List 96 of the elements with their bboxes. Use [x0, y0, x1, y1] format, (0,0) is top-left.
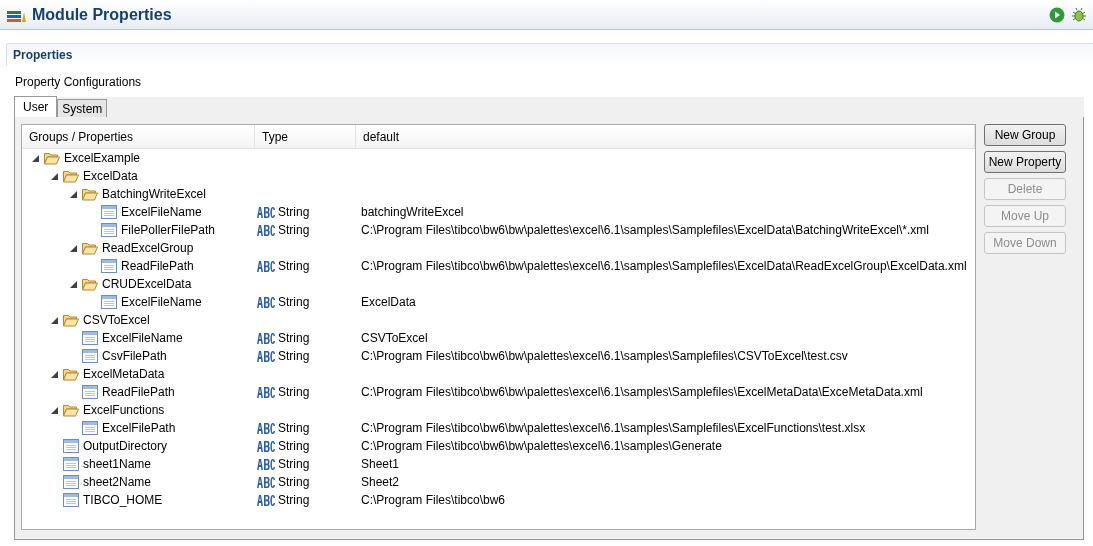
folder-icon — [63, 403, 79, 417]
table-icon — [63, 439, 79, 453]
default-value-cell: C:\Program Files\tibco\bw6\bw\palettes\excel\6.1\samples\Generate — [361, 439, 722, 453]
string-type-icon — [257, 494, 275, 506]
type-cell: String — [278, 439, 310, 453]
column-header[interactable]: Type — [255, 125, 356, 148]
group-name[interactable]: ExcelExample — [64, 151, 141, 165]
type-cell: String — [278, 223, 310, 237]
default-value-cell: C:\Program Files\tibco\bw6 — [361, 493, 506, 507]
property-name[interactable]: ExcelFileName — [102, 331, 183, 345]
section-subtitle: Property Configurations — [15, 75, 142, 89]
expanded-arrow-icon[interactable] — [70, 244, 77, 252]
default-value-cell: C:\Program Files\tibco\bw6\bw\palettes\excel\6.1\samples\Samplefiles\ExcelData\ReadExcelGroup\ExcelData.xml — [361, 259, 967, 273]
table-icon — [82, 349, 98, 363]
default-value-cell: C:\Program Files\tibco\bw6\bw\palettes\excel\6.1\samples\Samplefiles\ExcelData\BatchingWriteExcel\*.xml — [361, 223, 929, 237]
default-value-cell: Sheet1 — [361, 457, 400, 471]
default-value-cell: C:\Program Files\tibco\bw6\bw\palettes\excel\6.1\samples\Samplefiles\ExcelFunctions\test.xlsx — [361, 421, 866, 435]
folder-icon — [82, 187, 98, 201]
expanded-arrow-icon[interactable] — [51, 316, 58, 324]
folder-icon — [63, 367, 79, 381]
window-title: Module Properties — [32, 5, 173, 24]
expanded-arrow-icon[interactable] — [70, 280, 77, 288]
string-type-icon — [257, 386, 275, 398]
default-value-cell: ExcelData — [361, 295, 416, 309]
string-type-icon — [257, 422, 275, 434]
table-icon — [101, 223, 117, 237]
property-name[interactable]: OutputDirectory — [83, 439, 168, 453]
default-value-cell: C:\Program Files\tibco\bw6\bw\palettes\excel\6.1\samples\Samplefiles\CSVToExcel\test.csv — [361, 349, 848, 363]
type-cell: String — [278, 421, 310, 435]
tab[interactable]: User — [14, 96, 58, 117]
type-cell: String — [278, 457, 310, 471]
type-cell: String — [278, 493, 310, 507]
bug-icon[interactable] — [1071, 6, 1087, 23]
default-value-cell: CSVToExcel — [361, 331, 428, 345]
table-icon — [63, 493, 79, 507]
expanded-arrow-icon[interactable] — [32, 154, 39, 162]
string-type-icon — [257, 350, 275, 362]
property-name[interactable]: sheet1Name — [83, 457, 152, 471]
action-button[interactable]: New Property — [984, 151, 1066, 173]
table-icon — [82, 385, 98, 399]
property-name[interactable]: ExcelFilePath — [102, 421, 176, 435]
column-header[interactable]: default — [356, 125, 975, 148]
tab[interactable]: System — [57, 99, 108, 117]
type-cell: String — [278, 295, 310, 309]
property-name[interactable]: ReadFilePath — [102, 385, 175, 399]
property-name[interactable]: sheet2Name — [83, 475, 152, 489]
folder-icon — [63, 169, 79, 183]
section-title: Properties — [13, 48, 73, 62]
folder-icon — [44, 151, 60, 165]
group-name[interactable]: ExcelFunctions — [83, 403, 165, 417]
table-icon — [101, 295, 117, 309]
string-type-icon — [257, 206, 275, 218]
property-name[interactable]: ExcelFileName — [121, 205, 202, 219]
group-name[interactable]: BatchingWriteExcel — [102, 187, 206, 201]
table-icon — [82, 331, 98, 345]
property-name[interactable]: ExcelFileName — [121, 295, 202, 309]
string-type-icon — [257, 476, 275, 488]
default-value-cell: C:\Program Files\tibco\bw6\bw\palettes\excel\6.1\samples\Samplefiles\ExcelMetaData\ExceMetaData.xml — [361, 385, 923, 399]
default-value-cell: batchingWriteExcel — [361, 205, 464, 219]
folder-icon — [63, 313, 79, 327]
table-icon — [82, 421, 98, 435]
property-name[interactable]: FilePollerFilePath — [121, 223, 216, 237]
group-name[interactable]: ExcelData — [83, 169, 138, 183]
folder-icon — [82, 241, 98, 255]
string-type-icon — [257, 260, 275, 272]
action-button[interactable]: New Group — [984, 124, 1066, 146]
type-cell: String — [278, 349, 310, 363]
default-value-cell: Sheet2 — [361, 475, 400, 489]
string-type-icon — [257, 440, 275, 452]
property-name[interactable]: TIBCO_HOME — [83, 493, 163, 507]
string-type-icon — [257, 296, 275, 308]
table-icon — [101, 205, 117, 219]
group-name[interactable]: ReadExcelGroup — [102, 241, 194, 255]
group-name[interactable]: CRUDExcelData — [102, 277, 192, 291]
table-icon — [63, 475, 79, 489]
group-name[interactable]: ExcelMetaData — [83, 367, 165, 381]
folder-icon — [82, 277, 98, 291]
string-type-icon — [257, 224, 275, 236]
type-cell: String — [278, 385, 310, 399]
column-header[interactable]: Groups / Properties — [22, 125, 255, 148]
type-cell: String — [278, 331, 310, 345]
string-type-icon — [257, 458, 275, 470]
property-name[interactable]: CsvFilePath — [102, 349, 167, 363]
group-name[interactable]: CSVToExcel — [83, 313, 150, 327]
expanded-arrow-icon[interactable] — [51, 406, 58, 414]
string-type-icon — [257, 332, 275, 344]
expanded-arrow-icon[interactable] — [70, 190, 77, 198]
expanded-arrow-icon[interactable] — [51, 370, 58, 378]
property-name[interactable]: ReadFilePath — [121, 259, 194, 273]
type-cell: String — [278, 259, 310, 273]
type-cell: String — [278, 205, 310, 219]
type-cell: String — [278, 475, 310, 489]
table-icon — [63, 457, 79, 471]
expanded-arrow-icon[interactable] — [51, 172, 58, 180]
run-icon[interactable] — [1049, 6, 1065, 23]
table-icon — [101, 259, 117, 273]
